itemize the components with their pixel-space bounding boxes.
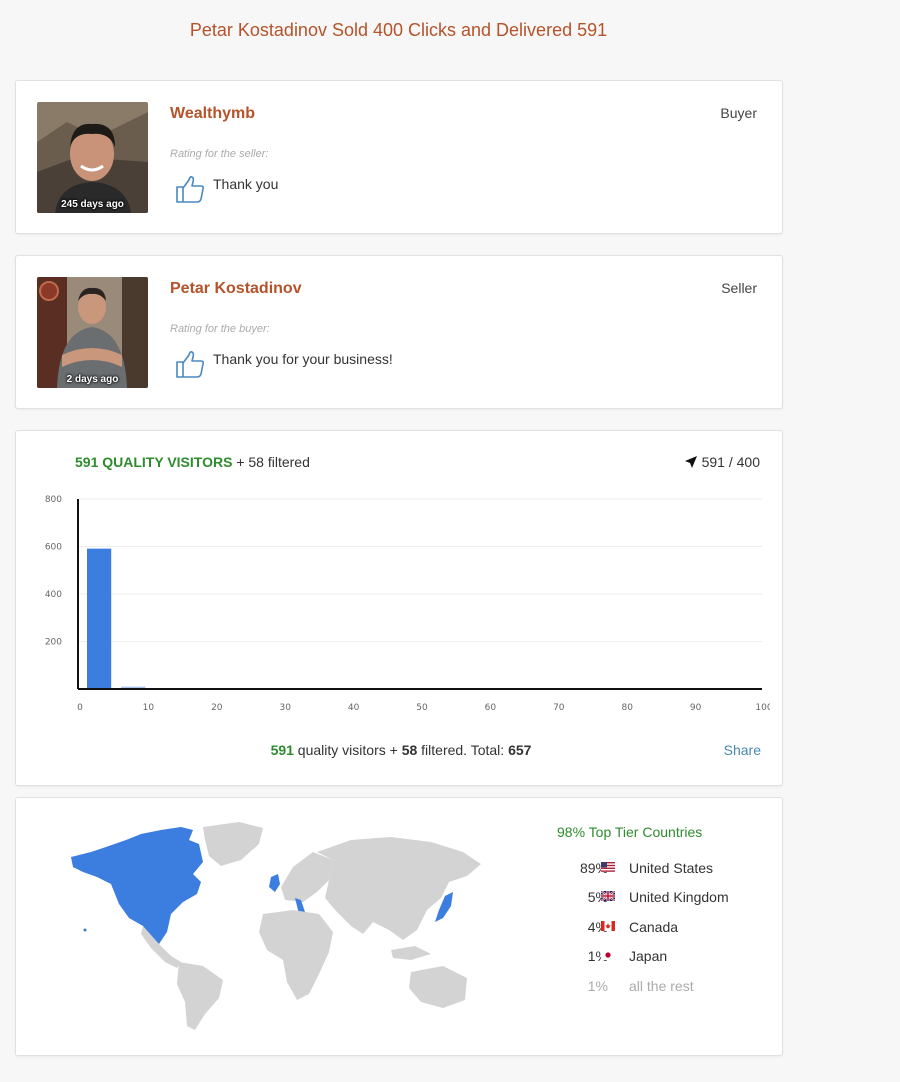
country-row-rest: 1% all the rest (536, 978, 776, 998)
y-tick-label: 800 (45, 495, 62, 505)
share-link[interactable]: Share (724, 742, 761, 758)
map-indonesia (391, 946, 431, 960)
thumbs-up-icon (176, 176, 205, 203)
filtered-count: + 58 filtered (236, 454, 310, 470)
buyer-name-link[interactable]: Wealthymb (170, 105, 255, 123)
canada-flag-icon (601, 921, 615, 931)
country-row-canada: 4% Canada (536, 919, 776, 939)
x-tick-label: 80 (621, 703, 633, 713)
review-date: 2 days ago (66, 374, 119, 385)
country-name: Japan (629, 948, 668, 964)
country-name: United Kingdom (629, 889, 729, 905)
map-hawaii (83, 928, 87, 932)
rating-label: Rating for the seller: (170, 148, 269, 160)
y-tick-label: 200 (45, 638, 62, 648)
x-tick-label: 90 (690, 703, 702, 713)
map-uk (269, 874, 280, 892)
review-text: Thank you (213, 176, 279, 192)
y-tick-label: 600 (45, 543, 62, 553)
country-pct: 1% (587, 978, 608, 994)
x-tick-label: 70 (553, 703, 565, 713)
x-tick-label: 100 (755, 703, 770, 713)
review-text: Thank you for your business! (213, 351, 393, 367)
x-tick-label: 60 (485, 703, 497, 713)
map-greenland (203, 822, 263, 866)
stats-header: 591 QUALITY VISITORS + 58 filtered (75, 454, 310, 470)
stats-summary: 591 quality visitors + 58 filtered. Tota… (16, 742, 786, 758)
buyer-review-card: 245 days ago Wealthymb Buyer Rating for … (15, 80, 783, 234)
map-north-america (71, 827, 203, 944)
visitors-histogram: 200 400 600 800 0 10 20 30 40 50 60 70 80 90 100 (45, 495, 770, 713)
us-flag-icon (601, 862, 615, 872)
thumbs-up-icon (176, 351, 205, 378)
map-asia (317, 837, 481, 940)
summary-quality-text: quality visitors + (293, 742, 402, 758)
role-badge: Buyer (720, 105, 757, 121)
country-row-uk: 5% United Kingdom (536, 889, 776, 909)
x-tick-label: 20 (211, 703, 223, 713)
y-tick-label: 400 (45, 590, 62, 600)
buyer-avatar[interactable]: 245 days ago (37, 102, 148, 213)
delivery-ratio-text: 591 / 400 (701, 454, 760, 470)
map-europe (281, 852, 333, 902)
top-tier-summary: 98% Top Tier Countries (557, 824, 703, 840)
summary-filtered-num: 58 (401, 742, 418, 758)
uk-flag-icon (601, 891, 615, 901)
location-arrow-icon (684, 456, 697, 468)
country-row-japan: 1% Japan (536, 948, 776, 968)
country-row-us: 89% United States (536, 860, 776, 880)
summary-filtered-text: filtered. Total: (417, 742, 509, 758)
x-tick-label: 40 (348, 703, 360, 713)
x-tick-label: 0 (77, 703, 83, 713)
seller-avatar[interactable]: 2 days ago (37, 277, 148, 388)
page-title: Petar Kostadinov Sold 400 Clicks and Del… (189, 20, 608, 40)
role-badge: Seller (721, 280, 757, 296)
histogram-bar (87, 548, 112, 689)
country-name: all the rest (629, 978, 694, 994)
x-tick-label: 50 (416, 703, 428, 713)
japan-flag-icon (601, 950, 615, 960)
map-africa (259, 910, 333, 1000)
rating-label: Rating for the buyer: (170, 323, 270, 335)
review-date: 245 days ago (61, 199, 124, 210)
summary-quality-num: 591 (270, 742, 294, 758)
world-map (71, 822, 481, 1030)
delivery-ratio: 591 / 400 (684, 454, 760, 470)
visitor-stats-card: 591 QUALITY VISITORS + 58 filtered 591 /… (15, 430, 783, 786)
summary-total: 657 (508, 742, 532, 758)
x-tick-label: 10 (143, 703, 155, 713)
x-tick-label: 30 (279, 703, 291, 713)
map-australia (409, 966, 467, 1008)
country-name: United States (629, 860, 714, 876)
seller-name-link[interactable]: Petar Kostadinov (170, 280, 302, 298)
map-south-america (177, 962, 223, 1030)
geo-card: 98% Top Tier Countries 89% United States… (15, 797, 783, 1056)
country-name: Canada (629, 919, 679, 935)
quality-visitors-count: 591 QUALITY VISITORS (75, 454, 233, 470)
seller-review-card: 2 days ago Petar Kostadinov Seller Ratin… (15, 255, 783, 409)
